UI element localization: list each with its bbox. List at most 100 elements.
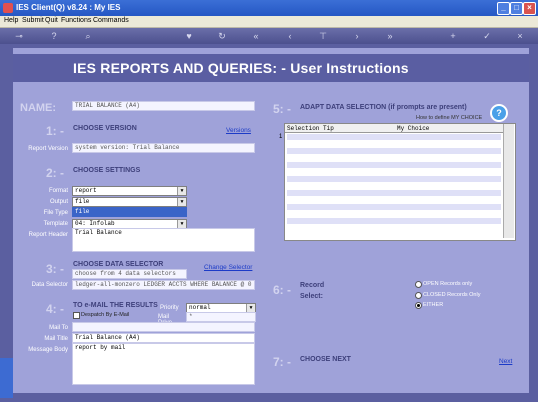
output-label: Output	[49, 199, 68, 205]
section-5-title: ADAPT DATA SELECTION (if prompts are pre…	[300, 104, 467, 111]
chevron-down-icon[interactable]: ▼	[177, 187, 186, 195]
mail-drive-field[interactable]: *	[186, 312, 256, 322]
choose-selector-field[interactable]: choose from 4 data selectors	[72, 269, 187, 279]
chevron-down-icon[interactable]: ▼	[246, 304, 255, 312]
refresh-icon[interactable]: ↻	[216, 30, 228, 42]
section-2-number: 2: -	[46, 166, 64, 180]
radio-closed-label: CLOSED Records Only	[423, 292, 481, 298]
bookmark-icon[interactable]: ⊤	[317, 30, 329, 42]
selection-grid: Selection Tip My Choice 1	[279, 123, 516, 241]
help-icon[interactable]: ?	[48, 30, 60, 42]
menu-commands[interactable]: Commands	[93, 17, 129, 24]
name-label: NAME:	[20, 102, 57, 114]
report-version-label: Report Version	[28, 146, 68, 152]
table-row[interactable]	[287, 204, 501, 210]
table-row[interactable]	[287, 176, 501, 182]
table-row[interactable]	[287, 162, 501, 168]
template-value: 04: Infolab	[75, 220, 115, 227]
report-name-field[interactable]: TRIAL BALANCE (A4)	[72, 101, 255, 111]
menu-bar: Help Submit Quit Functions Commands	[0, 16, 538, 28]
change-selector-link[interactable]: Change Selector	[204, 264, 252, 271]
first-icon[interactable]: «	[250, 30, 262, 42]
last-icon[interactable]: »	[384, 30, 396, 42]
output-value: file	[75, 198, 90, 205]
section-6-number: 6: -	[273, 283, 291, 297]
grid-scrollbar[interactable]	[503, 124, 514, 238]
help-circle-icon[interactable]: ?	[490, 104, 508, 122]
section-1-title: CHOOSE VERSION	[73, 125, 137, 132]
key-icon[interactable]: ⊸	[10, 30, 28, 42]
report-header-field[interactable]: Trial Balance	[72, 228, 255, 252]
check-icon[interactable]: ✓	[481, 30, 493, 42]
back-icon[interactable]: ‹	[284, 30, 296, 42]
menu-submit[interactable]: Submit	[22, 17, 44, 24]
mail-title-field[interactable]: Trial Balance (A4)	[72, 333, 255, 343]
toolbar: ⊸ ? ⌕ ♥ ↻ « ‹ ⊤ › » + ✓ ×	[0, 28, 538, 44]
app-icon	[3, 3, 13, 13]
output-dropdown-option[interactable]: file	[72, 207, 187, 217]
section-7-title: CHOOSE NEXT	[300, 356, 351, 363]
section-5-number: 5: -	[273, 102, 291, 116]
radio-open-label: OPEN Records only	[423, 281, 473, 287]
search-icon[interactable]: ⌕	[82, 30, 94, 42]
section-3-title: CHOOSE DATA SELECTOR	[73, 261, 164, 268]
grid-col-selection-tip: Selection Tip	[287, 125, 334, 132]
forward-icon[interactable]: ›	[351, 30, 363, 42]
next-link[interactable]: Next	[499, 358, 512, 365]
report-header-label: Report Header	[28, 232, 68, 238]
template-label: Template	[43, 221, 68, 227]
message-body-label: Message Body	[28, 347, 68, 353]
menu-functions[interactable]: Functions	[61, 17, 91, 24]
report-version-field[interactable]: system version: Trial Balance	[72, 143, 255, 153]
side-strip	[0, 358, 13, 398]
section-4-title: TO e-MAIL THE RESULTS	[73, 302, 158, 309]
title-bar: IES Client(Q) v8.24 : My IES _ □ ×	[0, 0, 538, 16]
record-label: Record	[300, 282, 325, 289]
despatch-email-label: Despatch By E-Mail	[81, 312, 130, 318]
page-title: IES REPORTS AND QUERIES: - User Instruct…	[73, 60, 409, 76]
mail-title-label: Mail Title	[44, 336, 68, 342]
versions-link[interactable]: Versions	[226, 127, 251, 134]
format-label: Format	[48, 188, 68, 194]
message-body-field[interactable]: report by mail	[72, 343, 255, 385]
radio-either[interactable]	[415, 302, 422, 309]
table-row[interactable]	[287, 134, 501, 140]
table-row[interactable]	[287, 190, 501, 196]
window-title: IES Client(Q) v8.24 : My IES	[16, 3, 121, 12]
define-choice-hint: How to define MY CHOICE	[416, 115, 483, 121]
minimize-button[interactable]: _	[497, 2, 510, 15]
mail-to-field[interactable]	[72, 322, 255, 332]
add-icon[interactable]: +	[447, 30, 459, 42]
chevron-down-icon[interactable]: ▼	[177, 198, 186, 206]
menu-help[interactable]: Help	[4, 17, 18, 24]
table-row[interactable]	[287, 218, 501, 224]
mail-to-label: Mail To	[49, 325, 68, 331]
format-select[interactable]: report ▼	[72, 186, 187, 196]
chevron-down-icon[interactable]: ▼	[177, 220, 186, 228]
menu-quit[interactable]: Quit	[45, 17, 58, 24]
grid-col-my-choice: My Choice	[397, 125, 430, 132]
grid-row-number: 1	[279, 134, 283, 140]
priority-label: Priority	[160, 305, 179, 311]
section-1-number: 1: -	[46, 124, 64, 138]
priority-value: normal	[189, 304, 211, 311]
data-selector-field[interactable]: ledger-all-monzero LEDGER ACCTS WHERE BA…	[72, 280, 255, 290]
output-select[interactable]: file ▼	[72, 197, 187, 207]
radio-open-records[interactable]	[415, 281, 422, 288]
radio-either-label: EITHER	[423, 302, 444, 308]
section-3-number: 3: -	[46, 262, 64, 276]
section-7-number: 7: -	[273, 355, 291, 369]
section-4-number: 4: -	[46, 302, 64, 316]
data-selector-label: Data Selector	[31, 282, 68, 288]
file-type-label: File Type	[43, 210, 68, 216]
close-icon[interactable]: ×	[514, 30, 526, 42]
close-window-button[interactable]: ×	[523, 2, 536, 15]
radio-closed-records[interactable]	[415, 292, 422, 299]
table-row[interactable]	[287, 148, 501, 154]
maximize-button[interactable]: □	[510, 2, 523, 15]
select-label: Select:	[300, 293, 323, 300]
despatch-email-checkbox[interactable]	[73, 312, 80, 319]
heart-icon[interactable]: ♥	[183, 30, 195, 42]
page-banner: IES REPORTS AND QUERIES: - User Instruct…	[13, 54, 529, 82]
format-value: report	[75, 187, 97, 194]
